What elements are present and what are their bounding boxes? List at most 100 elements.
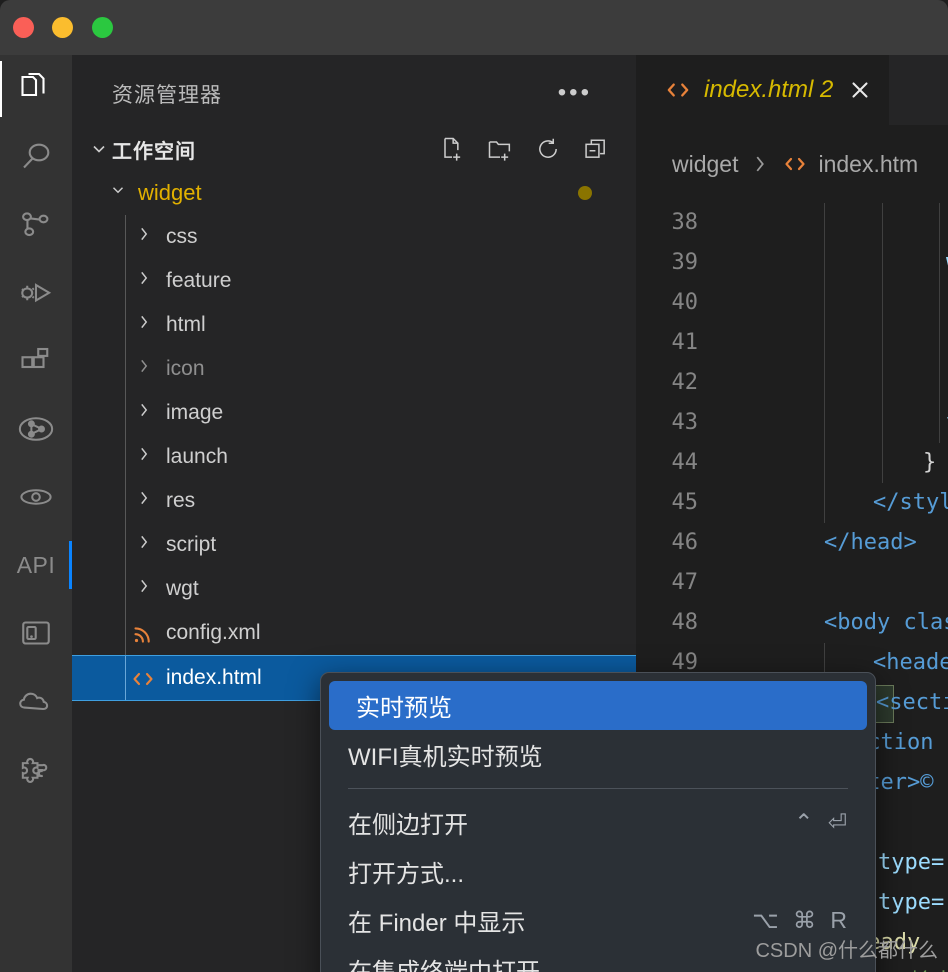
chevron-right-icon — [132, 401, 156, 425]
close-icon[interactable] — [847, 77, 873, 103]
code-line: 43 t — [636, 403, 948, 443]
context-menu-item-label: 在侧边打开 — [348, 812, 468, 839]
code-text: </style> — [873, 490, 948, 515]
activity-item-extensions[interactable] — [0, 327, 72, 395]
breadcrumb-item-widget[interactable]: widget — [672, 151, 738, 178]
activity-item-run-and-debug[interactable] — [0, 259, 72, 327]
code-text: <body class=" — [824, 610, 948, 635]
context-menu-item-label: 实时预览 — [356, 695, 452, 722]
tree-item-label: wgt — [166, 577, 199, 600]
chevron-right-icon — [132, 489, 156, 513]
title-bar — [0, 0, 948, 55]
more-actions-icon[interactable]: ••• — [558, 81, 592, 105]
tree-item-script[interactable]: script — [72, 523, 636, 567]
context-menu: 实时预览 WIFI真机实时预览 在侧边打开 ⌃ ⏎ 打开方式... 在 Find… — [320, 672, 876, 972]
code-text: <header>美 — [873, 650, 948, 675]
code-line: 47 — [636, 563, 948, 603]
chevron-right-icon — [132, 269, 156, 293]
tab-index-html[interactable]: index.html 2 — [636, 55, 889, 125]
activity-bar: API — [0, 55, 72, 972]
api-text-icon: API — [16, 551, 56, 578]
workspace-label: 工作空间 — [112, 140, 196, 163]
run-debug-icon — [17, 274, 55, 312]
tree-item-label: feature — [166, 269, 232, 292]
window-close-button[interactable] — [13, 17, 34, 38]
code-line: 42 } — [636, 363, 948, 403]
context-menu-item-label: WIFI真机实时预览 — [348, 744, 543, 771]
code-text: <section — [876, 690, 948, 715]
source-control-icon — [18, 207, 54, 243]
editor-tab-bar: index.html 2 — [636, 55, 948, 125]
line-number: 44 — [671, 450, 699, 475]
code-line: 38 h — [636, 203, 948, 243]
new-file-icon[interactable] — [438, 135, 466, 163]
code-line: 44 } — [636, 443, 948, 483]
context-menu-item-open-with[interactable]: 打开方式... — [321, 847, 875, 896]
line-number: 42 — [671, 370, 699, 395]
tree-item-icon[interactable]: icon — [72, 347, 636, 391]
activity-item-git-graph[interactable] — [0, 395, 72, 463]
tree-item-label: config.xml — [166, 621, 261, 644]
chevron-down-icon — [86, 139, 112, 159]
chevron-right-icon — [132, 533, 156, 557]
activity-item-api[interactable]: API — [0, 531, 72, 599]
line-number: 41 — [671, 330, 699, 355]
tree-item-label: res — [166, 489, 196, 512]
extensions-icon — [18, 343, 54, 379]
code-line: 41 c — [636, 323, 948, 363]
line-number: 38 — [671, 210, 699, 235]
context-menu-item-label: 打开方式... — [348, 861, 465, 888]
activity-item-explorer[interactable] — [0, 55, 72, 123]
context-menu-item-shortcut: ⌃ ⏎ — [794, 809, 851, 835]
context-menu-item-live-preview[interactable]: 实时预览 — [329, 681, 867, 730]
tree-item-label: icon — [166, 357, 205, 380]
tree-item-feature[interactable]: feature — [72, 259, 636, 303]
activity-item-plugins[interactable] — [0, 735, 72, 803]
activity-item-cloud[interactable] — [0, 667, 72, 735]
explorer-title: 资源管理器 — [112, 84, 222, 107]
html-file-icon — [664, 77, 692, 103]
context-menu-item-wifi-live-preview[interactable]: WIFI真机实时预览 — [321, 730, 875, 779]
breadcrumb: widget index.htm — [636, 125, 948, 203]
tree-item-label: script — [166, 533, 217, 556]
cloud-icon — [17, 682, 55, 720]
tree-item-css[interactable]: css — [72, 215, 636, 259]
explorer-header: 资源管理器 ••• — [72, 55, 636, 127]
tree-item-wgt[interactable]: wgt — [72, 567, 636, 611]
tree-item-label: css — [166, 225, 198, 248]
context-menu-separator — [348, 788, 848, 789]
tree-item-res[interactable]: res — [72, 479, 636, 523]
window-minimize-button[interactable] — [52, 17, 73, 38]
activity-item-source-control[interactable] — [0, 191, 72, 259]
search-icon — [18, 139, 54, 175]
activity-item-device[interactable] — [0, 599, 72, 667]
line-number: 47 — [671, 570, 699, 595]
line-number: 39 — [671, 250, 699, 275]
activity-item-preview[interactable] — [0, 463, 72, 531]
collapse-all-icon[interactable] — [582, 135, 610, 163]
tree-item-label: widget — [138, 180, 202, 205]
tree-item-widget[interactable]: widget — [72, 171, 636, 215]
activity-item-search[interactable] — [0, 123, 72, 191]
chevron-down-icon — [106, 181, 130, 205]
line-number: 40 — [671, 290, 699, 315]
tree-item-config-xml[interactable]: config.xml — [72, 611, 636, 655]
tree-item-launch[interactable]: launch — [72, 435, 636, 479]
window-maximize-button[interactable] — [92, 17, 113, 38]
chevron-right-icon — [132, 577, 156, 601]
line-number: 48 — [671, 610, 699, 635]
code-text: </head> — [824, 530, 917, 555]
tree-item-html[interactable]: html — [72, 303, 636, 347]
workspace-section-header[interactable]: 工作空间 — [72, 127, 636, 171]
refresh-icon[interactable] — [534, 135, 562, 163]
breadcrumb-item-file[interactable]: index.htm — [818, 151, 918, 178]
folder-modified-dot — [578, 186, 592, 200]
tree-item-label: image — [166, 401, 224, 424]
new-folder-icon[interactable] — [486, 135, 514, 163]
chevron-right-icon — [132, 445, 156, 469]
tree-item-image[interactable]: image — [72, 391, 636, 435]
workspace-actions — [438, 135, 610, 163]
code-text: type= — [878, 890, 945, 915]
context-menu-item-label: 在集成终端中打开 — [348, 952, 540, 972]
context-menu-item-open-to-side[interactable]: 在侧边打开 ⌃ ⏎ — [321, 798, 875, 847]
